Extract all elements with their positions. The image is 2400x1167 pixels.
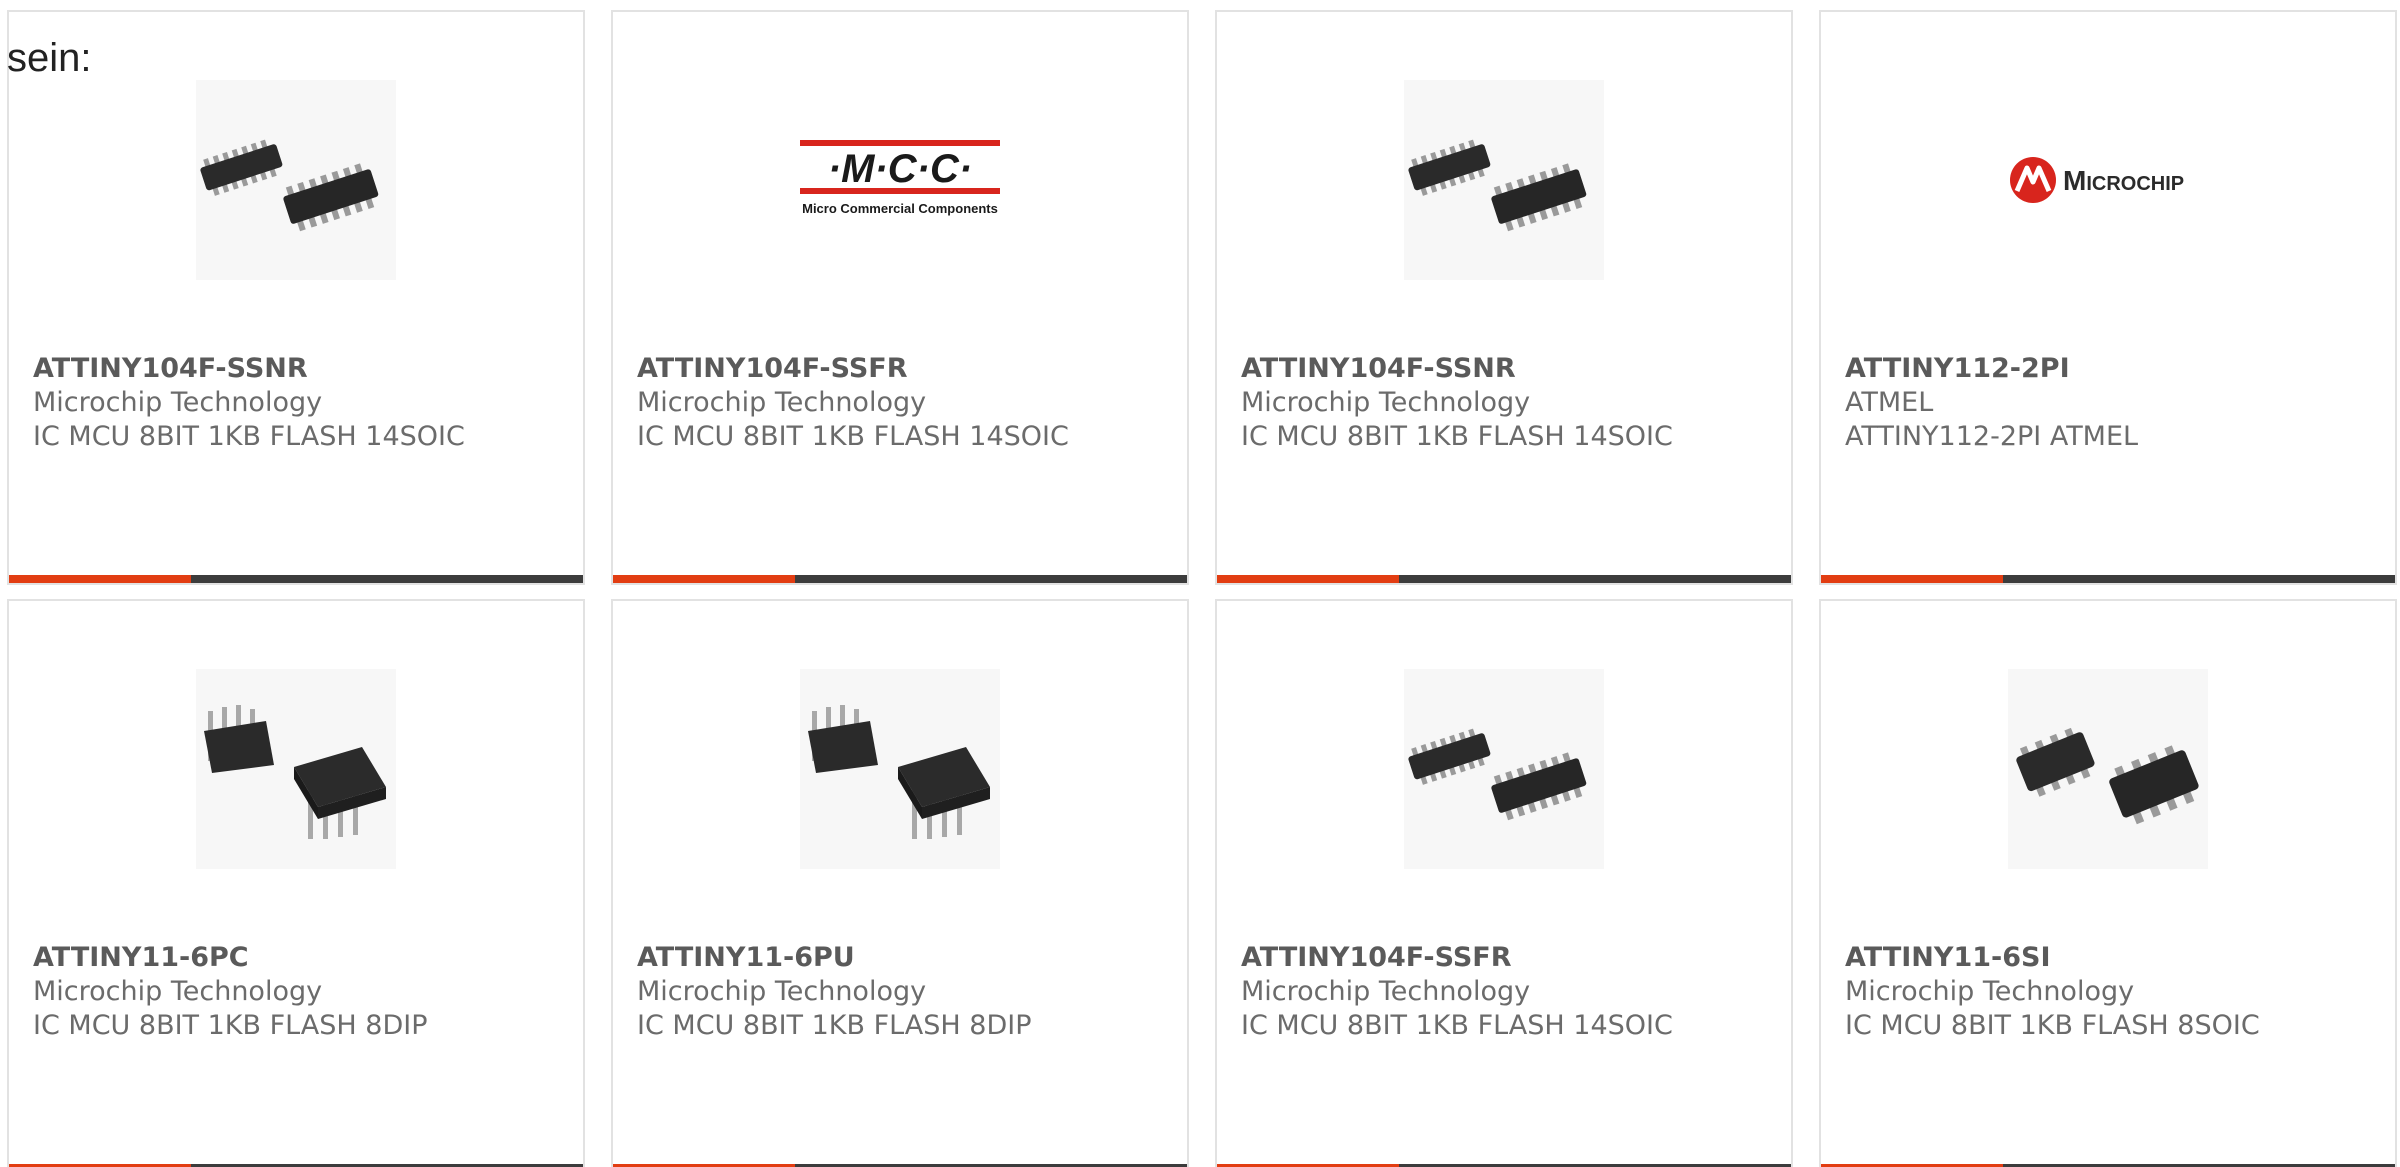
card-accent-bar: [9, 575, 191, 583]
dip-8-chip-icon: [204, 705, 386, 839]
product-info: ATTINY11-6PU Microchip Technology IC MCU…: [637, 941, 1032, 1043]
mcc-logo-icon: ·M·C·C· Micro Commercial Components: [800, 140, 1000, 216]
product-info: ATTINY104F-SSFR Microchip Technology IC …: [637, 352, 1069, 454]
manufacturer: Microchip Technology: [33, 976, 323, 1007]
description: IC MCU 8BIT 1KB FLASH 8DIP: [33, 1010, 428, 1041]
card-bottom-bar: [613, 575, 1187, 583]
product-image: ·M·C·C· Micro Commercial Components: [800, 80, 1000, 280]
description: IC MCU 8BIT 1KB FLASH 14SOIC: [637, 421, 1069, 452]
card-bottom-bar: [9, 575, 583, 583]
manufacturer: Microchip Technology: [33, 387, 323, 418]
product-image: [196, 80, 396, 280]
manufacturer: Microchip Technology: [637, 976, 927, 1007]
product-image: Microchip: [2008, 80, 2208, 280]
microchip-logo-icon: Microchip: [2010, 157, 2184, 203]
product-info: ATTINY112-2PI ATMEL ATTINY112-2PI ATMEL: [1845, 352, 2138, 454]
product-card[interactable]: Microchip ATTINY112-2PI ATMEL ATTINY112-…: [1819, 10, 2397, 585]
card-dark-bar: [1399, 575, 1791, 583]
product-card[interactable]: ATTINY104F-SSNR Microchip Technology IC …: [7, 10, 585, 585]
manufacturer: ATMEL: [1845, 387, 1934, 418]
part-number[interactable]: ATTINY11-6PC: [33, 941, 428, 975]
manufacturer: Microchip Technology: [637, 387, 927, 418]
description: IC MCU 8BIT 1KB FLASH 14SOIC: [1241, 421, 1673, 452]
product-card[interactable]: ATTINY11-6PU Microchip Technology IC MCU…: [611, 599, 1189, 1167]
card-accent-bar: [1821, 575, 2003, 583]
product-card[interactable]: ·M·C·C· Micro Commercial Components ATTI…: [611, 10, 1189, 585]
part-number[interactable]: ATTINY11-6SI: [1845, 941, 2260, 975]
soic-14-chip-icon: [1408, 728, 1587, 821]
product-info: ATTINY104F-SSNR Microchip Technology IC …: [1241, 352, 1673, 454]
product-card[interactable]: ATTINY11-6SI Microchip Technology IC MCU…: [1819, 599, 2397, 1167]
description: ATTINY112-2PI ATMEL: [1845, 421, 2139, 452]
product-image: [1404, 80, 1604, 280]
microchip-logo-text: Microchip: [2063, 165, 2184, 196]
manufacturer: Microchip Technology: [1241, 387, 1531, 418]
part-number[interactable]: ATTINY104F-SSFR: [637, 352, 1069, 386]
product-info: ATTINY11-6PC Microchip Technology IC MCU…: [33, 941, 428, 1043]
product-image: [196, 669, 396, 869]
part-number[interactable]: ATTINY104F-SSNR: [1241, 352, 1673, 386]
card-dark-bar: [795, 575, 1187, 583]
manufacturer: Microchip Technology: [1241, 976, 1531, 1007]
product-info: ATTINY11-6SI Microchip Technology IC MCU…: [1845, 941, 2260, 1043]
card-accent-bar: [1217, 575, 1399, 583]
part-number[interactable]: ATTINY11-6PU: [637, 941, 1032, 975]
description: IC MCU 8BIT 1KB FLASH 14SOIC: [33, 421, 465, 452]
product-image: [1404, 669, 1604, 869]
product-card[interactable]: ATTINY104F-SSNR Microchip Technology IC …: [1215, 10, 1793, 585]
soic-14-chip-icon: [1408, 139, 1587, 232]
description: IC MCU 8BIT 1KB FLASH 8DIP: [637, 1010, 1032, 1041]
description: IC MCU 8BIT 1KB FLASH 8SOIC: [1845, 1010, 2260, 1041]
intro-text: sein:: [7, 36, 92, 80]
card-accent-bar: [613, 575, 795, 583]
soic-8-chip-icon: [2016, 727, 2199, 825]
manufacturer: Microchip Technology: [1845, 976, 2135, 1007]
card-dark-bar: [191, 575, 583, 583]
part-number[interactable]: ATTINY104F-SSFR: [1241, 941, 1673, 975]
card-bottom-bar: [1217, 575, 1791, 583]
card-bottom-bar: [1821, 575, 2395, 583]
product-image: [2008, 669, 2208, 869]
product-card[interactable]: ATTINY104F-SSFR Microchip Technology IC …: [1215, 599, 1793, 1167]
dip-8-chip-icon: [808, 705, 990, 839]
part-number[interactable]: ATTINY104F-SSNR: [33, 352, 465, 386]
mcc-logo-subtext: Micro Commercial Components: [802, 201, 998, 216]
card-dark-bar: [2003, 575, 2395, 583]
soic-14-chip-icon: [200, 139, 379, 232]
product-info: ATTINY104F-SSFR Microchip Technology IC …: [1241, 941, 1673, 1043]
product-image: [800, 669, 1000, 869]
mcc-logo-text: ·M·C·C·: [828, 147, 972, 191]
product-info: ATTINY104F-SSNR Microchip Technology IC …: [33, 352, 465, 454]
product-card[interactable]: ATTINY11-6PC Microchip Technology IC MCU…: [7, 599, 585, 1167]
description: IC MCU 8BIT 1KB FLASH 14SOIC: [1241, 1010, 1673, 1041]
part-number[interactable]: ATTINY112-2PI: [1845, 352, 2138, 386]
